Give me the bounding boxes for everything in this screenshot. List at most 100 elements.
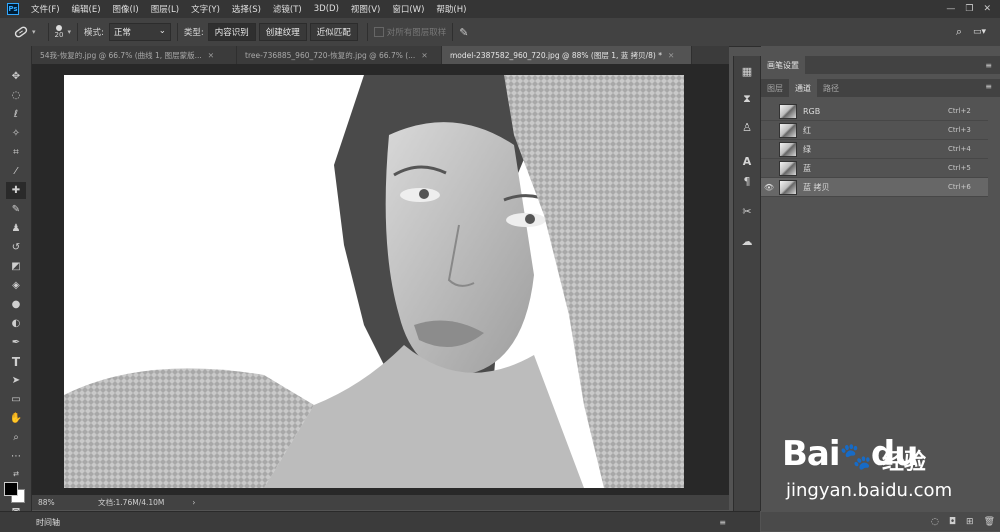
create-texture-button[interactable]: 创建纹理 (258, 23, 307, 41)
blur-tool-icon[interactable]: ● (6, 296, 26, 313)
paragraph-icon[interactable]: ¶ (737, 172, 757, 190)
menu-3d[interactable]: 3D(D) (308, 4, 345, 14)
brush-size-picker[interactable]: 20 (55, 25, 63, 39)
window-controls: — ❐ ✕ (941, 0, 996, 18)
status-menu-chevron-icon[interactable]: › (192, 498, 195, 507)
healing-brush-icon[interactable] (10, 25, 32, 39)
channel-shortcut: Ctrl+4 (948, 145, 971, 153)
proximity-match-button[interactable]: 近似匹配 (309, 23, 358, 41)
menu-view[interactable]: 视图(V) (345, 3, 386, 15)
zoom-level[interactable]: 88% (38, 498, 88, 507)
restore-icon[interactable]: ❐ (965, 4, 973, 14)
channel-shortcut: Ctrl+3 (948, 126, 971, 134)
close-icon[interactable]: ✕ (983, 4, 991, 14)
quick-select-tool-icon[interactable]: ✧ (6, 125, 26, 142)
load-selection-icon[interactable]: ◌ (931, 517, 939, 527)
new-channel-icon[interactable]: ⊞ (966, 517, 974, 527)
sample-all-checkbox[interactable] (373, 27, 384, 37)
channel-row-blue-copy[interactable]: 👁 蓝 拷贝 Ctrl+6 (761, 178, 988, 197)
tab-label: 54我-恢复的.jpg @ 66.7% (曲线 1, 图层蒙版... (40, 50, 202, 60)
channel-thumbnail (779, 141, 797, 157)
timeline-tab[interactable]: 时间轴 (36, 517, 60, 528)
menu-file[interactable]: 文件(F) (25, 3, 66, 15)
close-icon[interactable]: ✕ (208, 51, 214, 60)
minimize-icon[interactable]: — (946, 4, 955, 14)
close-icon[interactable]: ✕ (668, 51, 674, 60)
move-tool-icon[interactable]: ✥ (6, 68, 26, 85)
marquee-tool-icon[interactable]: ◌ (6, 87, 26, 104)
paint-bucket-tool-icon[interactable]: ◈ (6, 277, 26, 294)
rectangle-tool-icon[interactable]: ▭ (6, 391, 26, 408)
dodge-tool-icon[interactable]: ◐ (6, 315, 26, 332)
pressure-icon[interactable]: ✎ (459, 26, 468, 39)
tab-label: tree-736885_960_720-恢复的.jpg @ 66.7% (... (245, 50, 416, 60)
brush-tool-icon[interactable]: ✎ (6, 201, 26, 218)
menu-layer[interactable]: 图层(L) (145, 3, 185, 15)
zoom-tool-icon[interactable]: ⌕ (6, 429, 26, 446)
options-bar: ▾ 20 ▾ 模式: 正常 ⌄ 类型: 内容识别 创建纹理 近似匹配 对所有图层… (0, 18, 1000, 47)
tool-preset-chevron-icon[interactable]: ▾ (32, 28, 36, 36)
hand-tool-icon[interactable]: ✋ (6, 410, 26, 427)
tab-document-2[interactable]: tree-736885_960_720-恢复的.jpg @ 66.7% (...… (237, 46, 442, 64)
type-tool-icon[interactable]: T (6, 353, 26, 370)
tab-channels[interactable]: 通道 (789, 79, 817, 97)
tab-document-3[interactable]: model-2387582_960_720.jpg @ 88% (图层 1, 蓝… (442, 46, 692, 64)
channel-row-rgb[interactable]: RGB Ctrl+2 (761, 102, 988, 121)
menu-window[interactable]: 窗口(W) (386, 3, 430, 15)
channel-row-green[interactable]: 绿 Ctrl+4 (761, 140, 988, 159)
pen-tool-icon[interactable]: ✒ (6, 334, 26, 351)
tab-document-1[interactable]: 54我-恢复的.jpg @ 66.7% (曲线 1, 图层蒙版... ✕ (32, 46, 237, 64)
tab-label: model-2387582_960_720.jpg @ 88% (图层 1, 蓝… (450, 50, 662, 60)
lasso-tool-icon[interactable]: ℓ (6, 106, 26, 123)
history-icon[interactable]: ▦ (737, 62, 757, 80)
swap-colors-icon[interactable]: ⇄ (6, 465, 26, 482)
foreground-color-swatch[interactable] (4, 482, 18, 496)
history-brush-tool-icon[interactable]: ↺ (6, 239, 26, 256)
eye-icon[interactable]: 👁 (761, 183, 777, 192)
save-selection-icon[interactable]: ◘ (949, 517, 956, 527)
eraser-tool-icon[interactable]: ◩ (6, 258, 26, 275)
menu-edit[interactable]: 编辑(E) (66, 3, 107, 15)
panel-menu-icon[interactable]: ≡ (719, 518, 726, 527)
document-tabs: 54我-恢复的.jpg @ 66.7% (曲线 1, 图层蒙版... ✕ tree… (32, 46, 729, 64)
tab-layers[interactable]: 图层 (761, 79, 789, 97)
mode-select[interactable]: 正常 ⌄ (108, 23, 171, 41)
path-select-tool-icon[interactable]: ➤ (6, 372, 26, 389)
paw-icon: 🐾 (839, 442, 872, 472)
channel-name: 蓝 拷贝 (803, 182, 830, 192)
clone-source-icon[interactable]: ♙ (737, 118, 757, 136)
tools-settings-icon[interactable]: ✂ (737, 202, 757, 220)
spot-healing-tool-icon[interactable]: ✚ (6, 182, 26, 199)
more-tools-icon[interactable]: ⋯ (6, 448, 26, 465)
close-icon[interactable]: ✕ (421, 51, 427, 60)
panel-menu-icon[interactable]: ≡ (985, 82, 992, 91)
channel-row-blue[interactable]: 蓝 Ctrl+5 (761, 159, 988, 178)
photo-canvas[interactable] (64, 75, 684, 488)
channel-thumbnail (779, 179, 797, 195)
tab-paths[interactable]: 路径 (817, 79, 845, 97)
menu-filter[interactable]: 滤镜(T) (267, 3, 308, 15)
menu-type[interactable]: 文字(Y) (185, 3, 226, 15)
delete-channel-icon[interactable]: 🗑 (984, 517, 995, 527)
watermark-url: jingyan.baidu.com (786, 480, 953, 501)
panel-menu-icon[interactable]: ≡ (985, 61, 992, 70)
clone-stamp-tool-icon[interactable]: ♟ (6, 220, 26, 237)
brush-settings-tab[interactable]: 画笔设置 (761, 56, 805, 74)
libraries-icon[interactable]: ☁ (737, 232, 757, 250)
channel-name: 红 (803, 125, 811, 135)
menu-help[interactable]: 帮助(H) (430, 3, 472, 15)
adjustments-icon[interactable]: ⧗ (737, 90, 757, 108)
separator (176, 23, 178, 41)
brush-picker-chevron-icon[interactable]: ▾ (67, 28, 71, 36)
menu-image[interactable]: 图像(I) (107, 3, 145, 15)
search-icon[interactable]: ⌕ (956, 25, 962, 39)
crop-tool-icon[interactable]: ⌗ (6, 144, 26, 161)
workspace-icon[interactable]: ▭▾ (973, 27, 986, 37)
channel-row-red[interactable]: 红 Ctrl+3 (761, 121, 988, 140)
doc-size: 文档:1.76M/4.10M (98, 498, 165, 507)
character-icon[interactable]: A (737, 152, 757, 170)
eyedropper-tool-icon[interactable]: ⁄ (6, 163, 26, 180)
content-aware-button[interactable]: 内容识别 (207, 23, 256, 41)
timeline-panel: 时间轴 ≡ (0, 511, 760, 532)
menu-select[interactable]: 选择(S) (226, 3, 267, 15)
